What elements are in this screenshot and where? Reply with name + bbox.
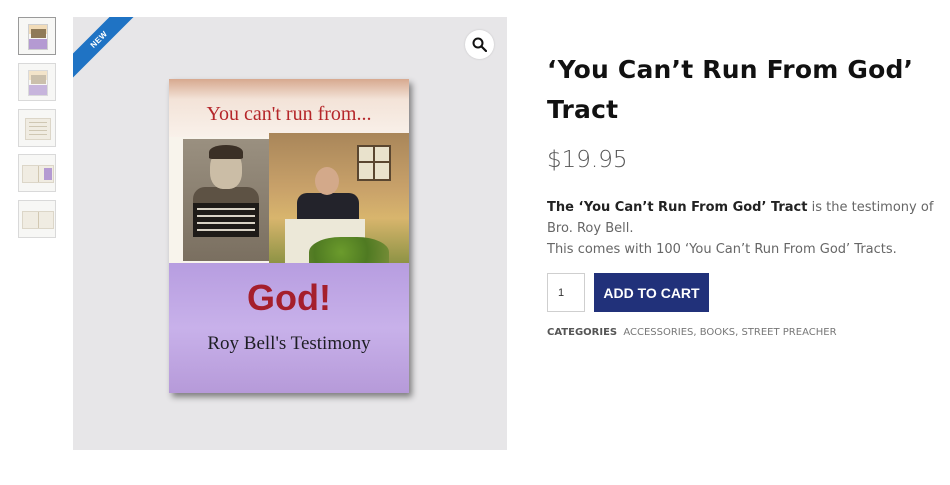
quantity-input[interactable] — [547, 273, 585, 312]
preacher-photo — [269, 133, 409, 275]
thumbnail-cover-image — [28, 70, 48, 96]
product-image-panel: NEW You can't run from... God! Roy Bell'… — [73, 17, 507, 450]
product-description: The ‘You Can’t Run From God’ Tract is th… — [547, 197, 937, 260]
thumbnail-spread-image — [22, 211, 54, 229]
thumbnail-1[interactable] — [18, 17, 56, 55]
new-badge-label: NEW — [73, 17, 141, 81]
thumbnail-4[interactable] — [18, 154, 56, 192]
category-link-accessories[interactable]: ACCESSORIES — [623, 327, 693, 338]
mugshot-photo — [183, 139, 269, 261]
magnifier-icon — [472, 37, 487, 52]
categories-label: CATEGORIES — [547, 327, 618, 338]
thumbnail-5[interactable] — [18, 200, 56, 238]
cover-headline: You can't run from... — [206, 103, 372, 125]
new-badge: NEW — [73, 17, 153, 97]
product-categories: CATEGORIES ACCESSORIES, BOOKS, STREET PR… — [547, 327, 837, 338]
add-to-cart-button[interactable]: ADD TO CART — [594, 273, 709, 312]
thumbnail-page-image — [25, 118, 51, 140]
thumbnail-2[interactable] — [18, 63, 56, 101]
cover-subtitle: Roy Bell's Testimony — [207, 333, 371, 354]
product-summary: ‘You Can’t Run From God’ Tract $19.95 Th… — [547, 50, 937, 338]
cover-title: God! — [247, 277, 331, 318]
category-link-street-preacher[interactable]: STREET PREACHER — [741, 327, 836, 338]
thumbnail-spread-image — [22, 165, 54, 183]
category-link-books[interactable]: BOOKS — [700, 327, 735, 338]
thumbnail-cover-image — [28, 24, 48, 50]
description-bold: The ‘You Can’t Run From God’ Tract — [547, 200, 808, 215]
thumbnail-3[interactable] — [18, 109, 56, 147]
product-title: ‘You Can’t Run From God’ Tract — [547, 55, 914, 124]
product-price: $19.95 — [547, 147, 628, 173]
zoom-button[interactable] — [465, 30, 494, 59]
description-line-2: This comes with 100 ‘You Can’t Run From … — [547, 242, 897, 257]
book-cover-image[interactable]: You can't run from... God! Roy Bell's Te… — [169, 79, 409, 393]
